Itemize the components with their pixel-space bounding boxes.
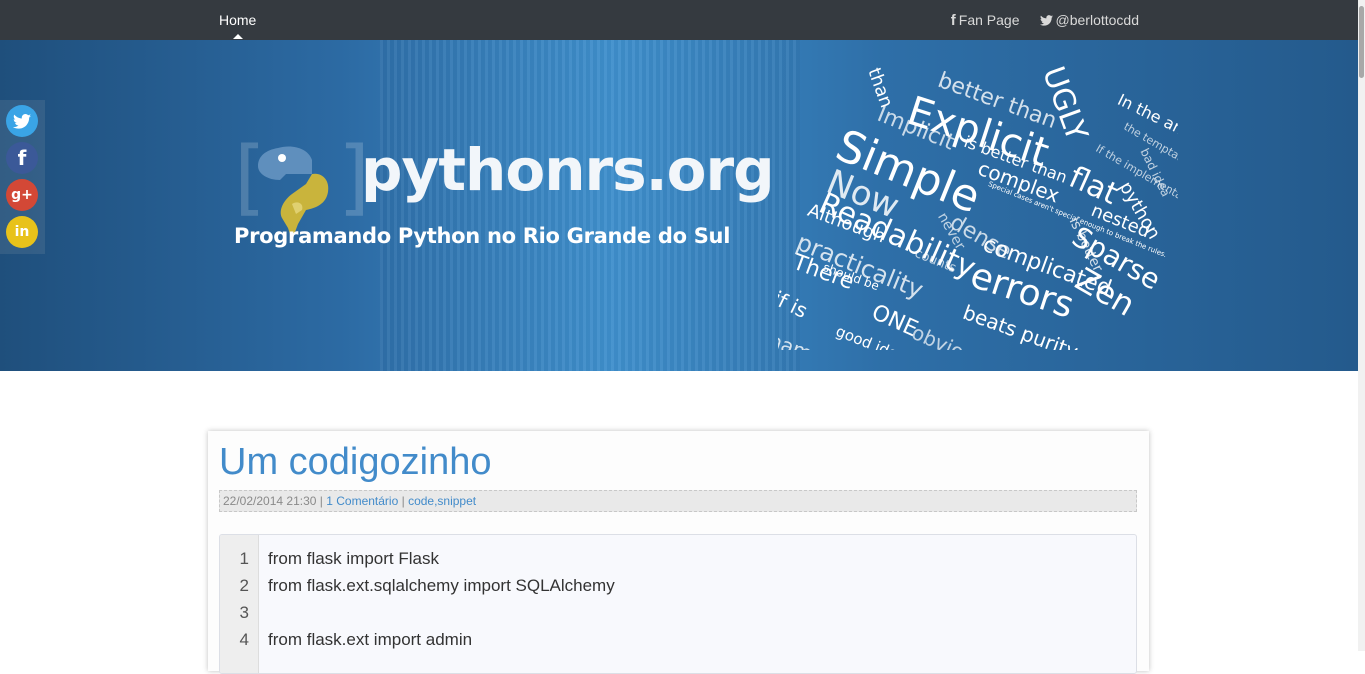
line-number: 1 [239,549,249,568]
code-line: from flask.ext.sqlalchemy import SQLAlch… [268,576,615,595]
wc-word: than [863,65,897,111]
social-share-bar: f g+ in [0,100,45,254]
share-google-plus-button[interactable]: g+ [6,179,38,211]
nav-right-links: f Fan Page @berlottocdd [951,0,1139,40]
share-linkedin-button[interactable]: in [6,216,38,248]
fan-page-link[interactable]: f Fan Page [951,12,1020,29]
line-number: 2 [239,576,249,595]
post-card: Um codigozinho 22/02/2014 21:30 | 1 Come… [208,431,1149,674]
share-twitter-button[interactable] [6,105,38,137]
meta-separator: | [316,494,327,508]
google-plus-icon: g+ [11,187,33,203]
facebook-icon: f [17,146,27,170]
active-caret-icon [233,34,243,39]
site-name: pythonrs.org [361,136,775,204]
twitter-icon [13,113,31,129]
site-tagline: Programando Python no Rio Grande do Sul [234,224,731,248]
site-logo[interactable]: [ ] pythonrs.org Programando Python no R… [234,132,775,262]
code-line: from flask.ext import admin [268,630,473,649]
post-meta: 22/02/2014 21:30 | 1 Comentário | code,s… [219,490,1137,512]
twitter-link[interactable]: @berlottocdd [1039,12,1139,28]
tags-link[interactable]: code,snippet [408,494,476,508]
fan-page-label: Fan Page [958,12,1020,28]
top-navbar: Home f Fan Page @berlottocdd [0,0,1358,40]
line-number: 4 [239,630,249,649]
zen-of-python-wordcloud: Explicit Simple Now Readability errors S… [778,60,1178,350]
page-scrollbar[interactable] [1358,0,1365,651]
scrollbar-thumb[interactable] [1359,6,1364,78]
code-line: from flask import Flask [268,549,439,568]
line-number: 3 [239,603,249,622]
meta-separator: | [398,494,409,508]
twitter-handle: @berlottocdd [1055,12,1139,28]
linkedin-icon: in [14,224,30,240]
facebook-icon: f [950,11,956,29]
share-facebook-button[interactable]: f [6,142,38,174]
code-block: 1 from flask import Flask 2 from flask.e… [219,534,1137,674]
wc-word: if is [778,286,812,323]
header-banner: [ ] pythonrs.org Programando Python no R… [0,40,1358,371]
nav-home-link[interactable]: Home [219,0,256,40]
post-title[interactable]: Um codigozinho [219,441,491,484]
nav-home-label: Home [219,12,257,28]
twitter-icon [1039,14,1053,26]
post-date: 22/02/2014 21:30 [223,494,317,508]
comments-link[interactable]: 1 Comentário [326,494,398,508]
